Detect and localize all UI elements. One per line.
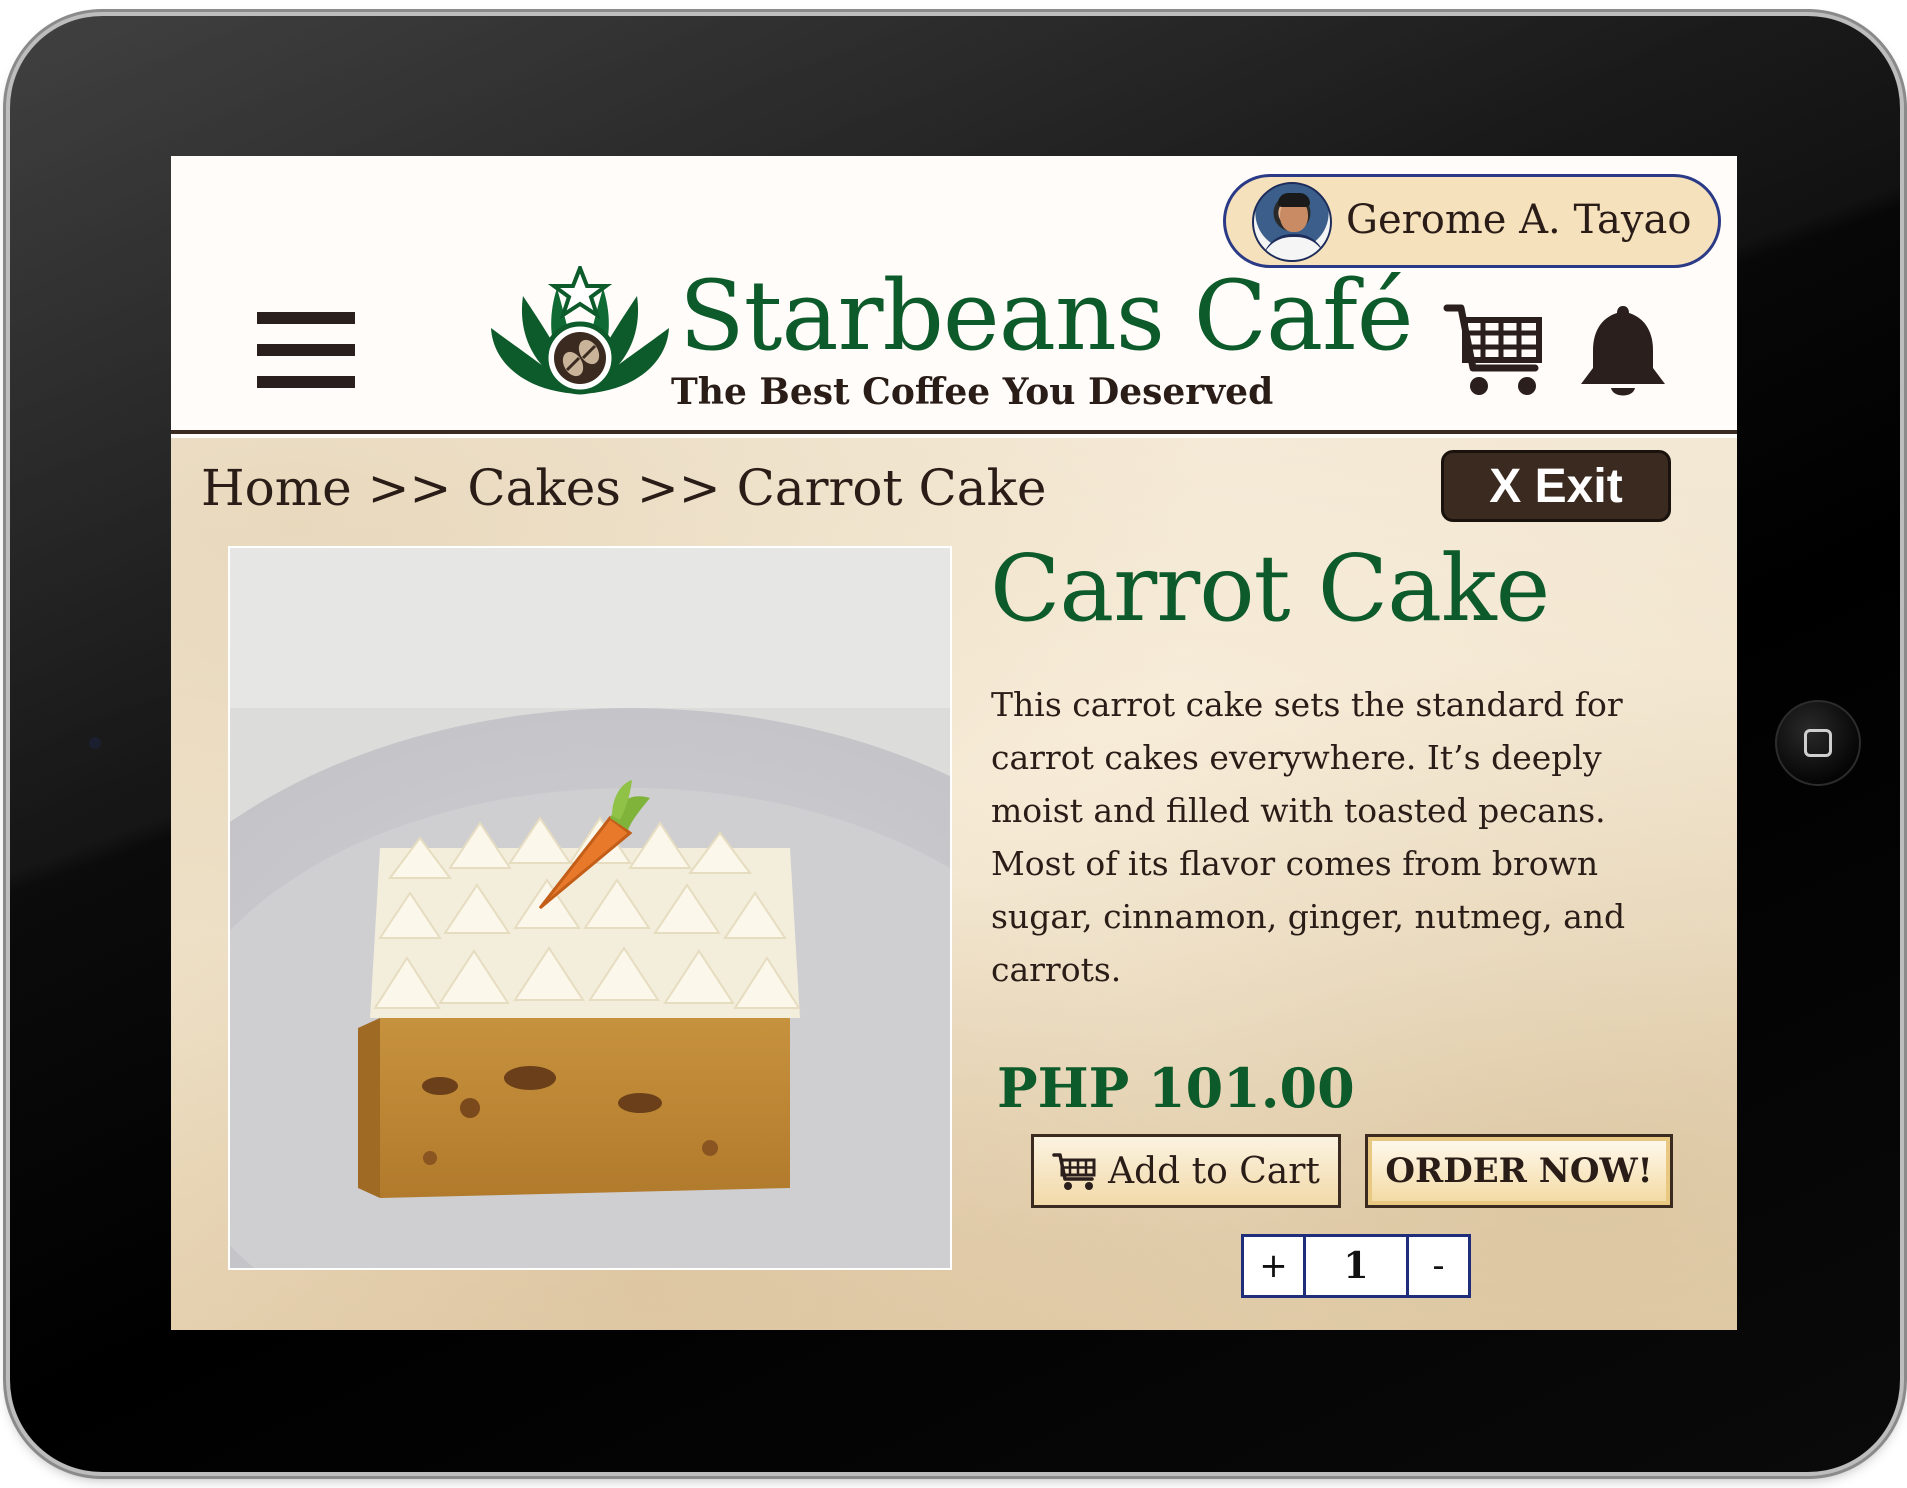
add-to-cart-label: Add to Cart xyxy=(1108,1150,1320,1192)
brand-tagline: The Best Coffee You Deserved xyxy=(671,371,1274,413)
shopping-cart-icon xyxy=(1052,1153,1096,1190)
breadcrumb-separator: >> xyxy=(367,459,452,517)
order-now-button[interactable]: ORDER NOW! xyxy=(1365,1134,1673,1208)
product-description: This carrot cake sets the standard for c… xyxy=(991,685,1626,989)
quantity-decrement-button[interactable]: - xyxy=(1406,1237,1468,1295)
user-profile-pill[interactable]: Gerome A. Tayao xyxy=(1223,174,1721,268)
product-price: PHP 101.00 xyxy=(997,1056,1355,1120)
bell-icon[interactable] xyxy=(1575,302,1671,402)
exit-button[interactable]: X Exit xyxy=(1441,450,1671,522)
breadcrumb-item-cakes[interactable]: Cakes xyxy=(467,459,621,517)
breadcrumb-item-current: Carrot Cake xyxy=(736,459,1047,517)
quantity-input[interactable] xyxy=(1306,1237,1406,1295)
shopping-cart-icon[interactable] xyxy=(1443,298,1547,402)
product-detail-content: Home >> Cakes >> Carrot Cake X Exit Carr… xyxy=(171,438,1737,1330)
breadcrumb-item-home[interactable]: Home xyxy=(201,459,352,517)
carrot-cake-photo xyxy=(230,548,950,1268)
avatar-shirt xyxy=(1262,234,1326,260)
app-screen: Gerome A. Tayao Starbeans Café The Best … xyxy=(171,156,1737,1330)
breadcrumb-separator: >> xyxy=(636,459,721,517)
logo-emblem-icon xyxy=(491,266,669,395)
brand-name: Starbeans Café xyxy=(679,260,1414,372)
hamburger-icon[interactable] xyxy=(257,312,355,392)
avatar xyxy=(1252,182,1332,262)
avatar-hair xyxy=(1278,193,1310,207)
quantity-stepper: + - xyxy=(1241,1234,1471,1298)
product-image xyxy=(228,546,952,1270)
home-square-icon xyxy=(1804,729,1832,757)
quantity-increment-button[interactable]: + xyxy=(1244,1237,1306,1295)
breadcrumb: Home >> Cakes >> Carrot Cake xyxy=(201,458,1046,518)
header: Gerome A. Tayao Starbeans Café The Best … xyxy=(171,156,1737,434)
user-name: Gerome A. Tayao xyxy=(1346,197,1692,243)
home-button[interactable] xyxy=(1775,700,1861,786)
product-title: Carrot Cake xyxy=(990,535,1550,642)
add-to-cart-button[interactable]: Add to Cart xyxy=(1031,1134,1341,1208)
camera-dot xyxy=(89,737,101,749)
